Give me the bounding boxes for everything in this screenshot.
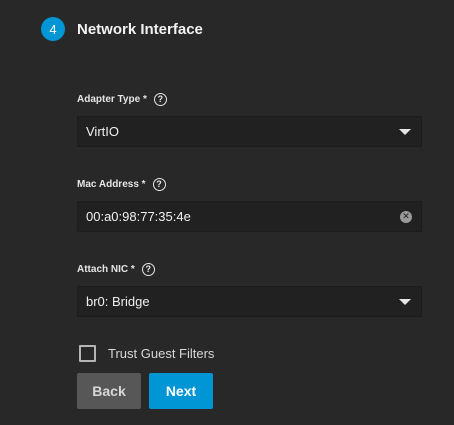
attach-nic-value: br0: Bridge	[86, 294, 150, 309]
help-icon[interactable]: ?	[141, 262, 155, 276]
adapter-type-label-row: Adapter Type * ?	[77, 92, 422, 106]
chevron-down-icon[interactable]	[399, 128, 411, 135]
mac-address-label-row: Mac Address * ?	[77, 177, 422, 191]
trust-guest-filters-label[interactable]: Trust Guest Filters	[108, 346, 214, 361]
help-icon[interactable]: ?	[153, 92, 167, 106]
attach-nic-select[interactable]: br0: Bridge	[77, 286, 422, 317]
adapter-type-label: Adapter Type *	[77, 93, 147, 105]
back-button[interactable]: Back	[77, 373, 141, 409]
step-number-badge: 4	[41, 17, 65, 41]
attach-nic-field: Attach NIC * ? br0: Bridge	[77, 262, 422, 317]
help-icon[interactable]: ?	[152, 177, 166, 191]
next-button[interactable]: Next	[149, 373, 213, 409]
adapter-type-value: VirtIO	[86, 124, 119, 139]
adapter-type-select[interactable]: VirtIO	[77, 116, 422, 147]
trust-guest-filters-row[interactable]: Trust Guest Filters	[79, 345, 214, 362]
mac-address-input[interactable]: 00:a0:98:77:35:4e ✕	[77, 201, 422, 232]
step-header: 4 Network Interface	[41, 17, 203, 41]
clear-icon[interactable]: ✕	[400, 210, 412, 223]
mac-address-value: 00:a0:98:77:35:4e	[86, 209, 191, 224]
chevron-down-icon[interactable]	[399, 298, 411, 305]
attach-nic-label: Attach NIC *	[77, 263, 135, 275]
trust-guest-filters-checkbox[interactable]	[79, 345, 96, 362]
attach-nic-label-row: Attach NIC * ?	[77, 262, 422, 276]
adapter-type-field: Adapter Type * ? VirtIO	[77, 92, 422, 147]
mac-address-label: Mac Address *	[77, 178, 146, 190]
mac-address-field: Mac Address * ? 00:a0:98:77:35:4e ✕	[77, 177, 422, 232]
step-title: Network Interface	[77, 20, 203, 38]
